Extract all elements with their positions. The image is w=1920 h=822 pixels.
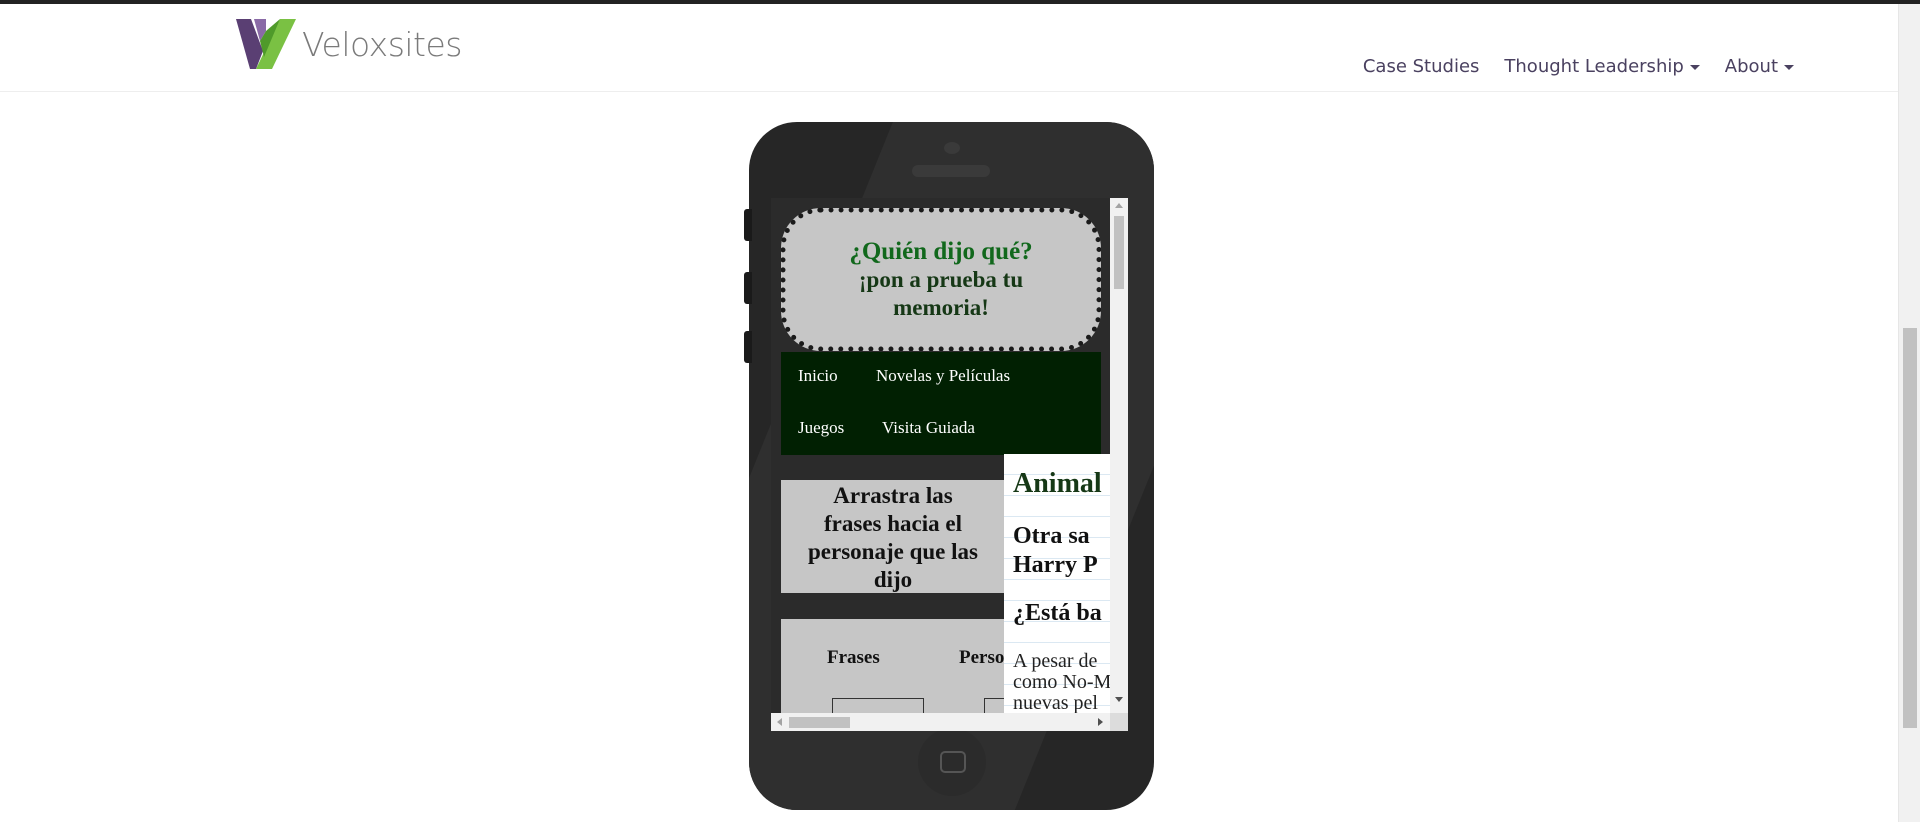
menu-item-visita-guiada[interactable]: Visita Guiada [882,418,975,438]
scroll-down-arrow-icon[interactable] [1115,697,1123,702]
phone-speaker-icon [912,165,990,177]
iframe-horizontal-scrollbar[interactable] [771,713,1110,731]
page-scrollbar[interactable] [1898,4,1920,822]
banner-title: ¿Quién dijo qué? [849,238,1033,265]
article-paragraph-line1: A pesar de [1013,650,1098,672]
scroll-left-arrow-icon[interactable] [777,718,782,726]
menu-item-juegos[interactable]: Juegos [798,418,844,438]
veloxsites-logo-icon [236,19,296,69]
article-heading-otra-line2: Harry P [1013,552,1098,578]
article-paragraph: A pesar de como No-M nuevas pel [1013,651,1111,714]
scroll-up-arrow-icon[interactable] [1115,203,1123,208]
nav-thought-leadership[interactable]: Thought Leadership [1504,56,1700,77]
site-header: Veloxsites Case Studies Thought Leadersh… [0,4,1898,92]
nav-about-label: About [1724,56,1778,77]
drag-instruction: Arrastra las frases hacia el personaje q… [781,480,1005,593]
menu-item-novelas-peliculas[interactable]: Novelas y Películas [876,366,1010,386]
article-paragraph-line3: nuevas pel [1013,692,1098,714]
scrollbar-corner [1110,713,1128,731]
caret-down-icon [1784,65,1794,70]
article-heading-animal: Animal [1013,468,1102,499]
site-menu: Inicio Novelas y Películas Juegos Visita… [781,352,1101,455]
iframe-vertical-scrollbar-thumb[interactable] [1114,216,1124,289]
banner-subtitle-line1: ¡pon a prueba tu [858,267,1024,292]
phone-side-button [744,209,752,241]
home-square-icon [940,751,966,773]
drag-instruction-line3: personaje que las [808,539,978,564]
article-heading-esta: ¿Está ba [1013,600,1102,626]
phone-side-button [744,272,752,304]
drag-instruction-line2: frases hacia el [824,511,962,536]
phone-screen-iframe[interactable]: ¿Quién dijo qué? ¡pon a prueba tu memori… [771,198,1128,731]
iframe-horizontal-scrollbar-thumb[interactable] [789,717,850,728]
drag-instruction-line4: dijo [873,567,913,592]
menu-item-inicio[interactable]: Inicio [798,366,838,386]
caret-down-icon [1689,65,1700,70]
article-heading-otra: Otra sa Harry P [1013,522,1098,580]
logo-link[interactable]: Veloxsites [236,18,462,70]
nav-about[interactable]: About [1725,56,1794,77]
page-scrollbar-thumb[interactable] [1903,328,1917,728]
drag-instruction-line1: Arrastra las [833,483,953,508]
iframe-vertical-scrollbar[interactable] [1110,198,1128,731]
scroll-right-arrow-icon[interactable] [1098,718,1103,726]
article-heading-otra-line1: Otra sa [1013,523,1090,549]
column-header-personajes: Perso [959,647,1005,668]
quiz-banner: ¿Quién dijo qué? ¡pon a prueba tu memori… [781,208,1101,351]
phone-side-button [744,331,752,363]
logo-text: Veloxsites [302,24,462,64]
main-nav: Case Studies Thought Leadership About [1338,56,1794,77]
banner-subtitle-line2: memoria! [893,295,989,320]
nav-thought-leadership-label: Thought Leadership [1504,56,1684,77]
nav-case-studies-label: Case Studies [1362,56,1480,77]
article-panel: Animal Otra sa Harry P ¿Está ba A pesar … [1004,454,1111,731]
phone-home-button [918,728,986,796]
article-paragraph-line2: como No-M [1013,671,1111,693]
column-header-frases: Frases [827,647,880,668]
phone-camera-icon [944,142,960,154]
nav-case-studies[interactable]: Case Studies [1363,56,1480,77]
